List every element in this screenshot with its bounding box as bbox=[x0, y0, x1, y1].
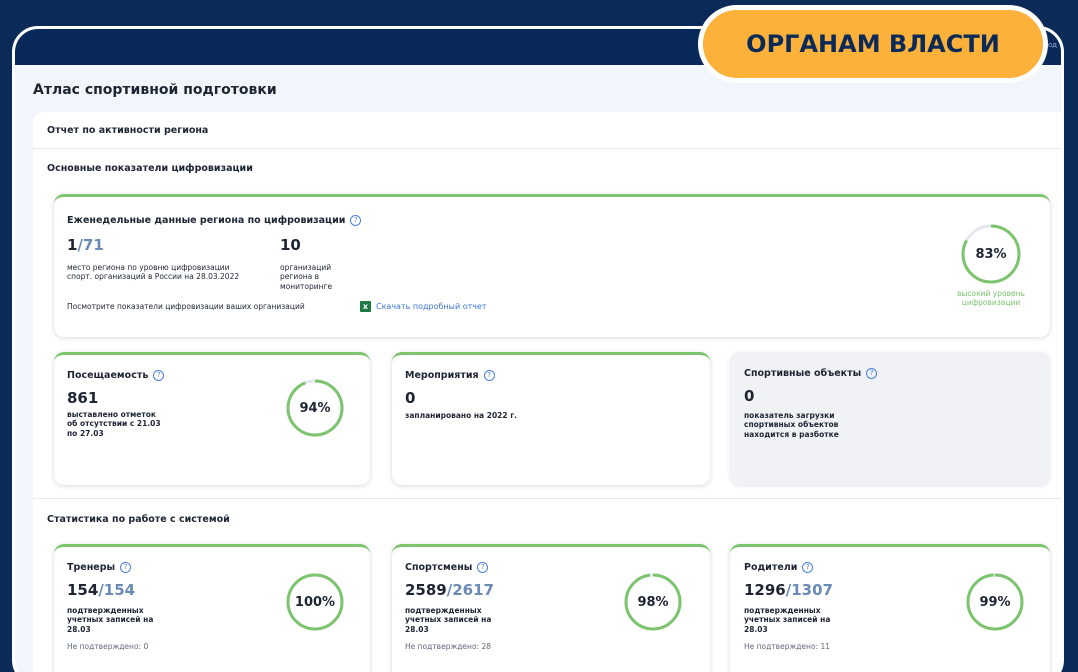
facilities-value: 0 bbox=[744, 387, 755, 405]
events-value: 0 bbox=[405, 389, 416, 407]
coaches-title: Тренеры? bbox=[67, 562, 132, 573]
athletes-title-text: Спортсмены bbox=[405, 562, 473, 573]
parents-unconfirmed: Не подтверждено: 11 bbox=[744, 642, 830, 651]
parents-title-text: Родители bbox=[744, 562, 798, 573]
athletes-total: /2617 bbox=[446, 581, 494, 599]
athletes-description: подтвержденных учетных записей на 28.03 bbox=[405, 606, 492, 634]
help-icon[interactable]: ? bbox=[483, 370, 495, 381]
digitization-level-text: высокий уровень цифровизации bbox=[957, 289, 1025, 307]
athletes-unconfirmed: Не подтверждено: 28 bbox=[405, 642, 491, 651]
facilities-title: Спортивные объекты? bbox=[744, 368, 878, 379]
attendance-description: выставлено отметок об отсутствии с 21.03… bbox=[67, 410, 161, 438]
events-title: Мероприятия? bbox=[405, 370, 495, 381]
parents-gauge: 99% bbox=[965, 572, 1025, 632]
weekly-card-title: Еженедельные данные региона по цифровиза… bbox=[67, 215, 362, 226]
help-icon[interactable]: ? bbox=[866, 368, 878, 379]
rank-description: место региона по уровню цифровизации спо… bbox=[67, 263, 240, 282]
parents-value: 1296 bbox=[744, 581, 786, 599]
athletes-value: 2589 bbox=[405, 581, 447, 599]
facilities-card: Спортивные объекты? 0 показатель загрузк… bbox=[730, 352, 1050, 485]
app-frame: Выход Атлас спортивной подготовки Отчет … bbox=[12, 26, 1064, 672]
attendance-gauge: 94% bbox=[285, 378, 345, 438]
coaches-total: /154 bbox=[98, 581, 136, 599]
gauge-label: 100% bbox=[294, 594, 336, 610]
coaches-title-text: Тренеры bbox=[67, 562, 116, 573]
authorities-banner: ОРГАНАМ ВЛАСТИ bbox=[698, 5, 1048, 83]
attendance-title: Посещаемость? bbox=[67, 370, 165, 381]
parents-count: 1296/1307 bbox=[744, 581, 833, 599]
gauge-label: 83% bbox=[975, 246, 1007, 262]
parents-description: подтвержденных учетных записей на 28.03 bbox=[744, 606, 831, 634]
coaches-count: 154/154 bbox=[67, 581, 135, 599]
region-rank: 1/71 bbox=[67, 236, 104, 254]
download-report-link[interactable]: Скачать подробный отчет bbox=[376, 302, 487, 311]
gauge-label: 99% bbox=[979, 594, 1011, 610]
digitization-section-title: Основные показатели цифровизации bbox=[47, 163, 253, 174]
coaches-card: Тренеры? 154/154 подтвержденных учетных … bbox=[54, 544, 370, 672]
athletes-count: 2589/2617 bbox=[405, 581, 494, 599]
view-indicators-text: Посмотрите показатели цифровизации ваших… bbox=[67, 302, 305, 311]
weekly-title-text: Еженедельные данные региона по цифровиза… bbox=[67, 215, 346, 226]
parents-card: Родители? 1296/1307 подтвержденных учетн… bbox=[730, 544, 1050, 672]
gauge-label: 98% bbox=[637, 594, 669, 610]
facilities-title-text: Спортивные объекты bbox=[744, 368, 862, 379]
attendance-card: Посещаемость? 861 выставлено отметок об … bbox=[54, 352, 370, 485]
coaches-description: подтвержденных учетных записей на 28.03 bbox=[67, 606, 154, 634]
digitization-gauge: 83% bbox=[960, 223, 1022, 285]
excel-icon: x bbox=[360, 301, 371, 312]
gauge-label: 94% bbox=[299, 400, 331, 416]
athletes-title: Спортсмены? bbox=[405, 562, 489, 573]
report-title: Отчет по активности региона bbox=[47, 125, 209, 136]
parents-title: Родители? bbox=[744, 562, 814, 573]
system-section-title: Статистика по работе с системой bbox=[47, 514, 230, 525]
attendance-title-text: Посещаемость bbox=[67, 370, 149, 381]
orgs-count: 10 bbox=[280, 236, 301, 254]
coaches-unconfirmed: Не подтверждено: 0 bbox=[67, 642, 149, 651]
rank-total: /71 bbox=[77, 236, 104, 254]
help-icon[interactable]: ? bbox=[477, 562, 489, 573]
divider bbox=[33, 498, 1061, 499]
rank-value: 1 bbox=[67, 236, 78, 254]
coaches-gauge: 100% bbox=[285, 572, 345, 632]
help-icon[interactable]: ? bbox=[802, 562, 814, 573]
events-description: запланировано на 2022 г. bbox=[405, 411, 517, 420]
weekly-digitization-card: Еженедельные данные региона по цифровиза… bbox=[54, 194, 1050, 337]
athletes-card: Спортсмены? 2589/2617 подтвержденных уче… bbox=[392, 544, 710, 672]
coaches-value: 154 bbox=[67, 581, 99, 599]
help-icon[interactable]: ? bbox=[120, 562, 132, 573]
help-icon[interactable]: ? bbox=[153, 370, 165, 381]
events-title-text: Мероприятия bbox=[405, 370, 479, 381]
facilities-description: показатель загрузки спортивных объектов … bbox=[744, 411, 839, 439]
events-card: Мероприятия? 0 запланировано на 2022 г. bbox=[392, 352, 710, 485]
page-title: Атлас спортивной подготовки bbox=[33, 82, 277, 98]
orgs-description: организаций региона в мониторинге bbox=[280, 263, 333, 291]
parents-total: /1307 bbox=[785, 581, 833, 599]
athletes-gauge: 98% bbox=[623, 572, 683, 632]
attendance-value: 861 bbox=[67, 389, 99, 407]
divider bbox=[33, 148, 1061, 149]
report-panel: Отчет по активности региона Основные пок… bbox=[33, 112, 1061, 672]
help-icon[interactable]: ? bbox=[350, 215, 362, 226]
